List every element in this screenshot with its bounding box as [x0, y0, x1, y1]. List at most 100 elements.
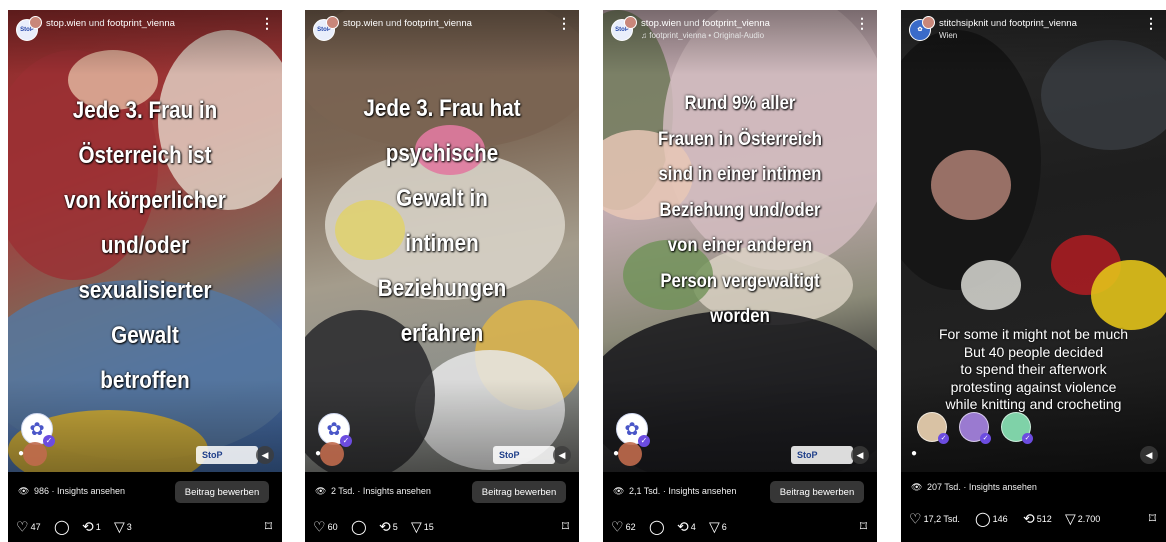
collaborator-avatar[interactable]: ✓: [917, 412, 949, 444]
like-button[interactable]: ♡ 62: [611, 516, 636, 537]
mute-icon[interactable]: ◀: [553, 446, 571, 464]
collab-avatar[interactable]: [922, 16, 935, 29]
collab-usernames[interactable]: stop.wien und footprint_vienna: [343, 18, 472, 29]
overlay-line: Beziehung und/oder: [659, 198, 821, 221]
tagged-people-icon[interactable]: ●: [911, 448, 917, 459]
separator: ·: [357, 486, 361, 496]
overlay-line: worden: [710, 305, 770, 327]
promote-button[interactable]: Beitrag bewerben: [175, 481, 269, 503]
music-note-icon: ♫: [641, 31, 650, 40]
username-first[interactable]: stop.wien: [641, 18, 681, 29]
partner-logo: StoP: [196, 446, 258, 464]
partner-logo: StoP: [791, 446, 853, 464]
bookmark-icon[interactable]: ⌑: [265, 516, 272, 536]
share-button[interactable]: ▽ 2.700: [1065, 508, 1100, 529]
more-options-icon[interactable]: ⋮: [1144, 16, 1158, 30]
insights-link[interactable]: Insights ansehen: [363, 486, 431, 496]
insights-link[interactable]: Insights ansehen: [57, 486, 125, 496]
bookmark-icon[interactable]: ⌑: [1149, 508, 1156, 528]
repost-button[interactable]: ⟲ 1: [82, 516, 101, 537]
insights-row[interactable]: 👁 2 Tsd. · Insights ansehen: [315, 486, 431, 497]
promote-button[interactable]: Beitrag bewerben: [770, 481, 864, 503]
share-button[interactable]: ▽ 15: [411, 516, 434, 537]
collab-usernames[interactable]: stop.wien und footprint_vienna: [641, 18, 770, 29]
separator: ·: [662, 486, 666, 496]
tagged-people-icon[interactable]: ●: [18, 448, 24, 459]
overlay-line: erfahren: [400, 320, 484, 347]
overlay-line: Beziehungen: [377, 275, 507, 302]
repost-button[interactable]: ⟲ 512: [1023, 508, 1052, 529]
like-button[interactable]: ♡ 17,2 Tsd.: [909, 508, 960, 529]
profile-badge[interactable]: ✿ ✓: [21, 413, 55, 447]
like-count: 60: [327, 521, 338, 532]
tagged-people-icon[interactable]: ●: [315, 448, 321, 459]
repost-button[interactable]: ⟲ 4: [677, 516, 696, 537]
collab-avatar[interactable]: [326, 16, 339, 29]
repost-button[interactable]: ⟲ 5: [379, 516, 398, 537]
overlay-line: Rund 9% aller: [684, 92, 796, 114]
username-second[interactable]: footprint_vienna: [404, 18, 472, 29]
overlay-line: psychische: [385, 140, 499, 167]
like-button[interactable]: ♡ 47: [16, 516, 41, 537]
share-button[interactable]: ▽ 3: [114, 516, 132, 537]
insights-row[interactable]: 👁 986 · Insights ansehen: [18, 486, 125, 497]
mute-icon[interactable]: ◀: [1140, 446, 1158, 464]
share-count: 2.700: [1077, 513, 1101, 524]
comment-button[interactable]: ◯: [649, 516, 665, 537]
more-options-icon[interactable]: ⋮: [855, 16, 869, 30]
collaborator-avatar[interactable]: ✓: [959, 412, 991, 444]
audio-line[interactable]: ♫ footprint_vienna • Original-Audio: [641, 31, 764, 40]
collab-usernames[interactable]: stitchsipknit und footprint_vienna: [939, 18, 1077, 29]
reel-card-4[interactable]: ✿ stitchsipknit und footprint_vienna Wie…: [901, 10, 1166, 542]
tagged-user-avatar[interactable]: [320, 442, 344, 466]
reel-card-1[interactable]: StoP stop.wien und footprint_vienna ⋮ Je…: [8, 10, 282, 542]
overlay-line: von einer anderen: [667, 234, 813, 256]
mute-icon[interactable]: ◀: [256, 446, 274, 464]
like-button[interactable]: ♡ 60: [313, 516, 338, 537]
username-first[interactable]: stop.wien: [46, 18, 86, 29]
username-second[interactable]: footprint_vienna: [702, 18, 770, 29]
username-second[interactable]: footprint_vienna: [107, 18, 175, 29]
tagged-user-avatar[interactable]: [618, 442, 642, 466]
share-button[interactable]: ▽ 6: [709, 516, 727, 537]
tagged-people-icon[interactable]: ●: [613, 448, 619, 459]
insights-link[interactable]: Insights ansehen: [668, 486, 736, 496]
tagged-user-avatar[interactable]: [23, 442, 47, 466]
eye-icon: 👁: [18, 486, 30, 496]
comment-icon: ◯: [351, 518, 367, 535]
username-first[interactable]: stop.wien: [343, 18, 383, 29]
insights-link[interactable]: Insights ansehen: [969, 482, 1037, 492]
comment-button[interactable]: ◯: [351, 516, 367, 537]
collab-usernames[interactable]: stop.wien und footprint_vienna: [46, 18, 175, 29]
view-count: 986: [33, 486, 49, 496]
collaborator-avatar[interactable]: ✓: [1001, 412, 1033, 444]
reel-card-2[interactable]: StoP stop.wien und footprint_vienna ⋮ Je…: [305, 10, 579, 542]
bookmark-icon[interactable]: ⌑: [860, 516, 867, 536]
verified-icon: ✓: [1022, 433, 1033, 444]
profile-badge[interactable]: ✿ ✓: [318, 413, 352, 447]
action-bar: ♡ 60 ◯ ⟲ 5 ▽ 15 ⌑: [313, 516, 571, 536]
username-first[interactable]: stitchsipknit: [939, 18, 988, 29]
overlay-line: sind in einer intimen: [658, 163, 822, 185]
mute-icon[interactable]: ◀: [851, 446, 869, 464]
comment-button[interactable]: ◯: [54, 516, 70, 537]
comment-icon: ◯: [54, 518, 70, 535]
location-label[interactable]: Wien: [939, 31, 957, 40]
promote-button[interactable]: Beitrag bewerben: [472, 481, 566, 503]
insights-row[interactable]: 👁 2,1 Tsd. · Insights ansehen: [613, 486, 736, 497]
reel-card-3[interactable]: StoP stop.wien und footprint_vienna ♫ fo…: [603, 10, 877, 542]
collab-avatar[interactable]: [29, 16, 42, 29]
profile-badge[interactable]: ✿ ✓: [616, 413, 650, 447]
overlay-line: protesting against violence: [950, 378, 1117, 395]
separator: ·: [963, 482, 967, 492]
collab-avatar[interactable]: [624, 16, 637, 29]
more-options-icon[interactable]: ⋮: [260, 16, 274, 30]
audio-label[interactable]: footprint_vienna • Original-Audio: [649, 31, 764, 40]
insights-row[interactable]: 👁 207 Tsd. · Insights ansehen: [911, 482, 1037, 493]
bookmark-icon[interactable]: ⌑: [562, 516, 569, 536]
heart-icon: ♡: [611, 518, 624, 535]
username-second[interactable]: footprint_vienna: [1009, 18, 1077, 29]
partner-logo: StoP: [493, 446, 555, 464]
comment-button[interactable]: ◯ 146: [975, 508, 1008, 529]
more-options-icon[interactable]: ⋮: [557, 16, 571, 30]
